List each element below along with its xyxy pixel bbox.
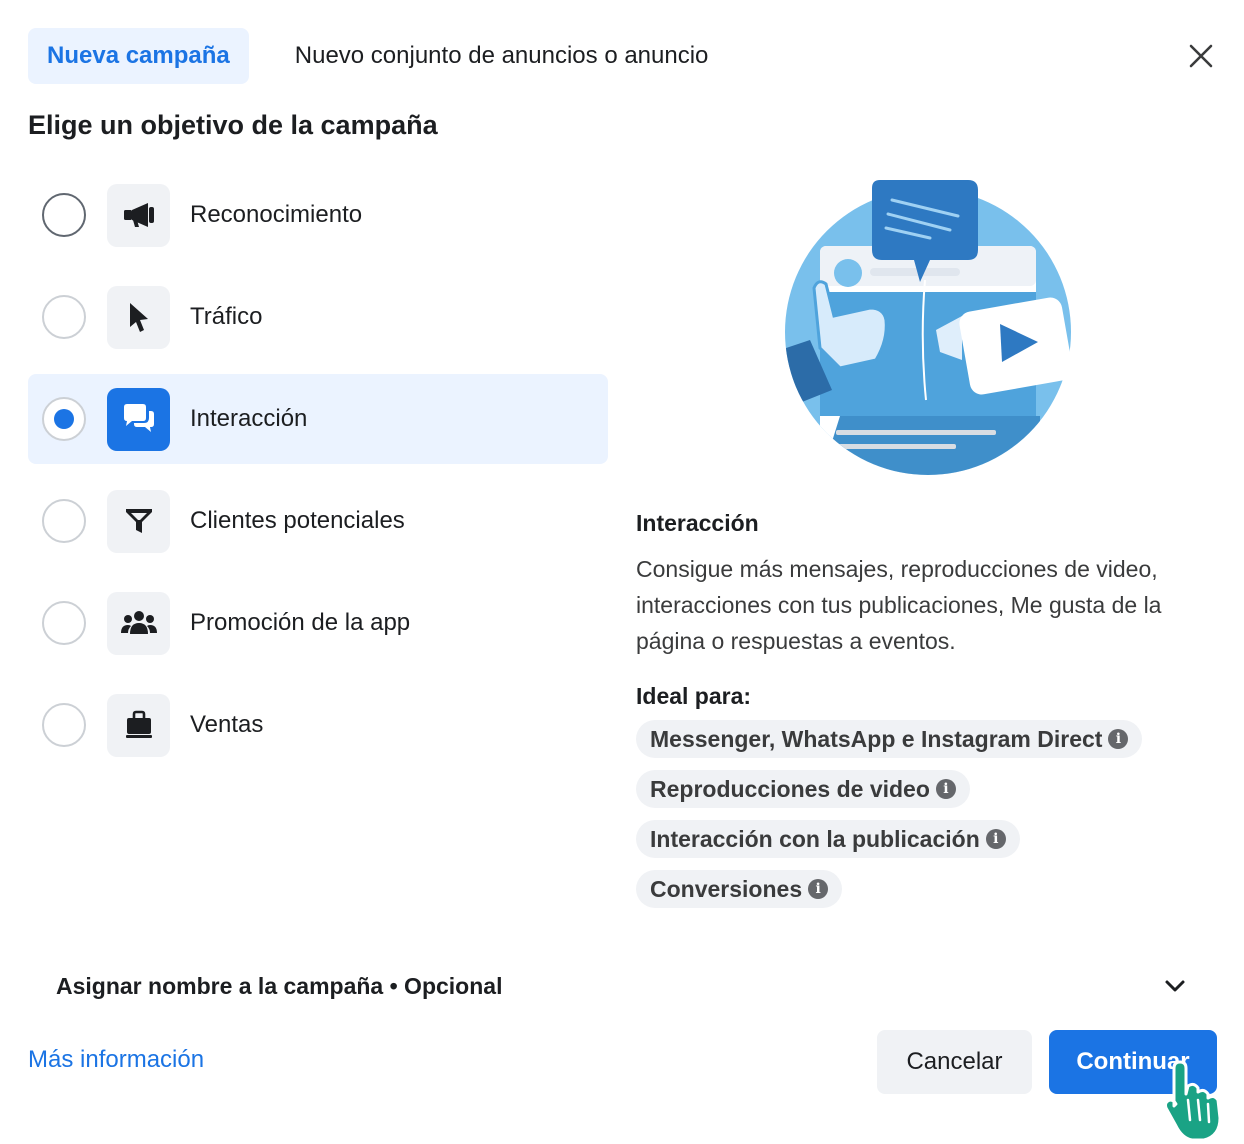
engagement-illustration — [785, 180, 1073, 475]
description-text: Consigue más mensajes, reproducciones de… — [636, 556, 1162, 654]
objective-label: Tráfico — [190, 303, 263, 330]
description-title: Interacción — [636, 510, 759, 536]
chip-label: Interacción con la publicación — [650, 825, 980, 852]
objective-leads[interactable]: Clientes potenciales — [28, 476, 608, 566]
chip-label: Reproducciones de video — [650, 775, 930, 802]
objective-radio[interactable] — [42, 193, 86, 237]
cancel-button[interactable]: Cancelar — [877, 1030, 1032, 1094]
funnel-icon — [125, 509, 152, 533]
campaign-name-label: Asignar nombre a la campaña • Opcional — [56, 972, 503, 999]
chip-messaging: Messenger, WhatsApp e Instagram Direct i — [636, 720, 1143, 758]
people-icon — [120, 611, 157, 634]
objective-radio-selected[interactable] — [42, 397, 86, 441]
info-icon[interactable]: i — [935, 779, 956, 799]
objective-traffic[interactable]: Tráfico — [28, 272, 608, 362]
objective-radio[interactable] — [42, 295, 86, 339]
objective-label: Promoción de la app — [190, 609, 411, 636]
close-icon — [1189, 44, 1213, 68]
objective-icon-box — [107, 183, 170, 247]
objective-icon-box — [107, 693, 170, 757]
hand-pointer-icon — [1164, 1060, 1222, 1142]
shopping-bag-icon — [125, 710, 152, 738]
more-info-link[interactable]: Más información — [28, 1046, 204, 1074]
info-icon[interactable]: i — [1108, 729, 1129, 749]
ideal-for-label: Ideal para: — [636, 683, 752, 709]
objective-label: Ventas — [190, 711, 264, 738]
campaign-name-expander[interactable]: Asignar nombre a la campaña • Opcional — [56, 966, 1186, 1006]
cursor-icon — [129, 303, 148, 332]
objective-radio[interactable] — [42, 499, 86, 543]
objective-icon-box — [107, 591, 170, 655]
chevron-down-icon — [1165, 980, 1185, 992]
tab-bar: Nueva campaña Nuevo conjunto de anuncios… — [28, 28, 708, 84]
objective-icon-box — [107, 489, 170, 553]
chat-bubbles-icon — [123, 404, 154, 432]
objective-engagement[interactable]: Interacción — [28, 374, 608, 464]
objective-radio[interactable] — [42, 703, 86, 747]
chip-post-engagement: Interacción con la publicación i — [636, 820, 1020, 858]
chip-video-views: Reproducciones de video i — [636, 770, 970, 808]
megaphone-icon — [123, 203, 154, 227]
objective-icon-box — [107, 387, 170, 451]
page-title: Elige un objetivo de la campaña — [28, 110, 438, 140]
chip-conversions: Conversiones i — [636, 870, 843, 908]
objective-label: Reconocimiento — [190, 201, 363, 228]
chip-label: Messenger, WhatsApp e Instagram Direct — [650, 725, 1103, 752]
objective-list: Reconocimiento Tráfico Interacción Clien… — [28, 170, 608, 782]
objective-label: Clientes potenciales — [190, 507, 405, 534]
chip-label: Conversiones — [650, 875, 803, 902]
tab-new-ad-set-or-ad[interactable]: Nuevo conjunto de anuncios o anuncio — [295, 42, 709, 70]
objective-description: Interacción Consigue más mensajes, repro… — [636, 510, 1196, 920]
objective-radio[interactable] — [42, 601, 86, 645]
tab-new-campaign[interactable]: Nueva campaña — [28, 28, 249, 84]
objective-icon-box — [107, 285, 170, 349]
info-icon[interactable]: i — [808, 879, 829, 899]
objective-awareness[interactable]: Reconocimiento — [28, 170, 608, 260]
objective-label: Interacción — [190, 405, 308, 432]
close-button[interactable] — [1181, 36, 1221, 76]
objective-app-promotion[interactable]: Promoción de la app — [28, 578, 608, 668]
ideal-for-chips: Messenger, WhatsApp e Instagram Direct i… — [636, 720, 1196, 920]
info-icon[interactable]: i — [985, 829, 1006, 849]
objective-sales[interactable]: Ventas — [28, 680, 608, 770]
